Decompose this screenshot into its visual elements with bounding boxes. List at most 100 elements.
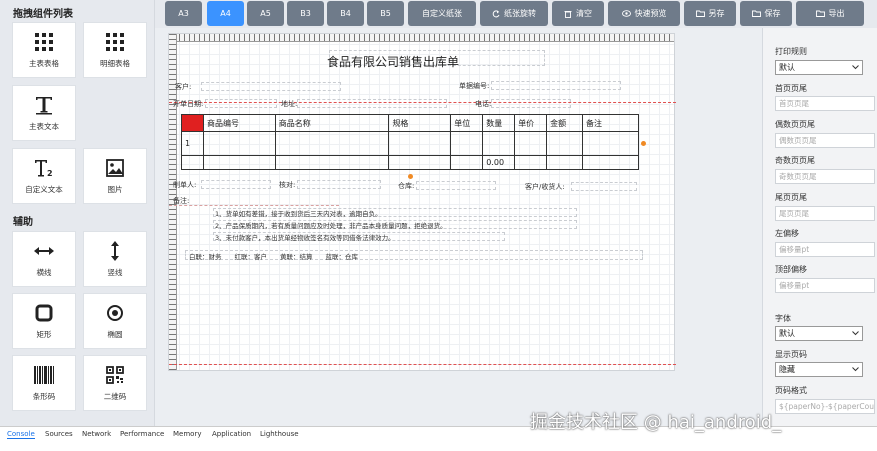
tile-label: 矩形 bbox=[36, 330, 52, 339]
table-cell[interactable] bbox=[388, 155, 452, 170]
devtools-tab-lighthouse[interactable]: Lighthouse bbox=[260, 430, 299, 438]
tile-ellipse[interactable]: 椭圆 bbox=[83, 293, 147, 349]
devtools-tab-console[interactable]: Console bbox=[7, 430, 35, 439]
tile-rectangle[interactable]: 矩形 bbox=[12, 293, 76, 349]
table-total-row[interactable]: 0.00 bbox=[181, 155, 639, 170]
quick-preview-button[interactable]: 快速预览 bbox=[608, 1, 680, 26]
trash-icon bbox=[564, 10, 572, 18]
table-cell[interactable] bbox=[388, 131, 452, 156]
order-number-label[interactable]: 单据编号: bbox=[459, 81, 489, 91]
export-button[interactable]: 导出 bbox=[796, 1, 864, 26]
tile-barcode[interactable]: 条形码 bbox=[12, 355, 76, 411]
address-label[interactable]: 地址: bbox=[281, 99, 297, 109]
tile-qrcode[interactable]: 二维码 bbox=[83, 355, 147, 411]
table-cell[interactable] bbox=[202, 131, 276, 156]
table-cell[interactable] bbox=[181, 155, 204, 170]
paper-size-b3-button[interactable]: B3 bbox=[287, 1, 324, 26]
tile-main-table[interactable]: 主表表格 bbox=[12, 22, 76, 78]
devtools-tab-memory[interactable]: Memory bbox=[173, 430, 201, 438]
paper-size-b5-button[interactable]: B5 bbox=[367, 1, 404, 26]
table-cell[interactable] bbox=[514, 155, 548, 170]
paper-size-b4-button[interactable]: B4 bbox=[327, 1, 364, 26]
custom-paper-button[interactable]: 自定义纸张 bbox=[408, 1, 476, 26]
tile-label: 竖线 bbox=[107, 268, 123, 277]
resize-handle[interactable] bbox=[408, 174, 413, 179]
top-offset-input[interactable]: 偏移量pt bbox=[775, 278, 875, 293]
tile-label: 二维码 bbox=[103, 392, 127, 401]
tile-custom-text[interactable]: 2 自定义文本 bbox=[12, 148, 76, 204]
date-field[interactable] bbox=[205, 99, 277, 108]
first-page-footer-input[interactable]: 首页页尾 bbox=[775, 96, 875, 111]
custom-text-icon: 2 bbox=[34, 157, 54, 179]
phone-label[interactable]: 电话: bbox=[475, 99, 491, 109]
resize-handle[interactable] bbox=[641, 141, 646, 146]
receiver-label[interactable]: 客户/收货人: bbox=[525, 182, 565, 192]
tile-detail-table[interactable]: 明细表格 bbox=[83, 22, 147, 78]
last-page-footer-input[interactable]: 尾页页尾 bbox=[775, 206, 875, 221]
table-cell[interactable] bbox=[582, 155, 639, 170]
footer-boundary-line bbox=[169, 364, 676, 365]
devtools-tab-application[interactable]: Application bbox=[212, 430, 251, 438]
customer-field[interactable] bbox=[201, 82, 341, 91]
table-row[interactable]: 1 bbox=[181, 131, 639, 156]
table-header-cell: 金额 bbox=[546, 114, 584, 132]
component-sidebar: 拖拽组件列表 主表表格 明细表格 主表文本 2 自定义文本 图片 辅助 横线 竖… bbox=[0, 0, 155, 426]
table-cell[interactable] bbox=[582, 131, 639, 156]
maker-field[interactable] bbox=[201, 180, 271, 189]
page-format-input[interactable]: ${paperNo}-${paperCount} bbox=[775, 399, 875, 414]
rectangle-icon bbox=[35, 302, 53, 324]
table-cell[interactable] bbox=[482, 131, 516, 156]
tile-horizontal-line[interactable]: 横线 bbox=[12, 231, 76, 287]
save-as-button[interactable]: 另存 bbox=[684, 1, 736, 26]
reviewer-label[interactable]: 核对: bbox=[279, 180, 295, 190]
print-rule-select[interactable]: 默认 bbox=[775, 60, 863, 75]
design-canvas: 食品有限公司销售出库单 客户: 单据编号: 开单日期: 地址: 电话: 商品编号… bbox=[155, 28, 762, 426]
devtools-tab-network[interactable]: Network bbox=[82, 430, 111, 438]
detail-table[interactable]: 商品编号 商品名称 规格 单位 数量 单价 金额 备注 1 0.00 bbox=[181, 114, 639, 170]
reviewer-field[interactable] bbox=[297, 180, 381, 189]
tile-main-text[interactable]: 主表文本 bbox=[12, 85, 76, 141]
tile-image[interactable]: 图片 bbox=[83, 148, 147, 204]
date-label[interactable]: 开单日期: bbox=[173, 99, 203, 109]
print-rule-value: 默认 bbox=[779, 63, 795, 72]
paper-size-a5-button[interactable]: A5 bbox=[247, 1, 284, 26]
rotate-paper-button[interactable]: 纸张旋转 bbox=[480, 1, 548, 26]
grid-icon bbox=[106, 31, 124, 53]
folder-icon bbox=[815, 10, 825, 17]
table-cell[interactable] bbox=[450, 155, 484, 170]
receiver-field[interactable] bbox=[571, 182, 637, 191]
save-button[interactable]: 保存 bbox=[740, 1, 792, 26]
table-header-cell: 商品名称 bbox=[274, 114, 390, 132]
table-cell[interactable] bbox=[274, 131, 390, 156]
tile-vertical-line[interactable]: 竖线 bbox=[83, 231, 147, 287]
remark-boundary-line bbox=[169, 205, 339, 206]
note-line: 1、货单如有差错，接于收到货后三天内对表，逾期自负。 bbox=[215, 210, 382, 218]
paper-size-a4-button[interactable]: A4 bbox=[207, 1, 244, 26]
address-field[interactable] bbox=[297, 99, 447, 108]
left-offset-input[interactable]: 偏移量pt bbox=[775, 242, 875, 257]
table-cell[interactable] bbox=[202, 155, 276, 170]
devtools-tab-sources[interactable]: Sources bbox=[45, 430, 73, 438]
odd-page-footer-input[interactable]: 奇数页页尾 bbox=[775, 169, 875, 184]
table-cell[interactable] bbox=[514, 131, 548, 156]
devtools-tab-performance[interactable]: Performance bbox=[120, 430, 164, 438]
table-cell[interactable] bbox=[450, 131, 484, 156]
even-page-footer-input[interactable]: 偶数页页尾 bbox=[775, 133, 875, 148]
phone-field[interactable] bbox=[491, 99, 571, 108]
table-cell[interactable] bbox=[546, 131, 584, 156]
paper-size-a3-button[interactable]: A3 bbox=[165, 1, 202, 26]
customer-label[interactable]: 客户: bbox=[175, 82, 191, 92]
paper-sheet[interactable]: 食品有限公司销售出库单 客户: 单据编号: 开单日期: 地址: 电话: 商品编号… bbox=[168, 33, 676, 371]
warehouse-field[interactable] bbox=[416, 181, 496, 190]
sidebar-section-title: 拖拽组件列表 bbox=[13, 9, 73, 20]
tile-label: 自定义文本 bbox=[25, 185, 63, 194]
maker-label[interactable]: 制单人: bbox=[173, 180, 196, 190]
show-page-number-select[interactable]: 隐藏 bbox=[775, 362, 863, 377]
order-number-field[interactable] bbox=[491, 81, 621, 90]
warehouse-label[interactable]: 仓库: bbox=[398, 181, 414, 191]
clear-button[interactable]: 清空 bbox=[552, 1, 604, 26]
table-cell[interactable] bbox=[546, 155, 584, 170]
font-select[interactable]: 默认 bbox=[775, 326, 863, 341]
table-selector-cell[interactable] bbox=[181, 114, 204, 132]
table-cell[interactable] bbox=[274, 155, 390, 170]
